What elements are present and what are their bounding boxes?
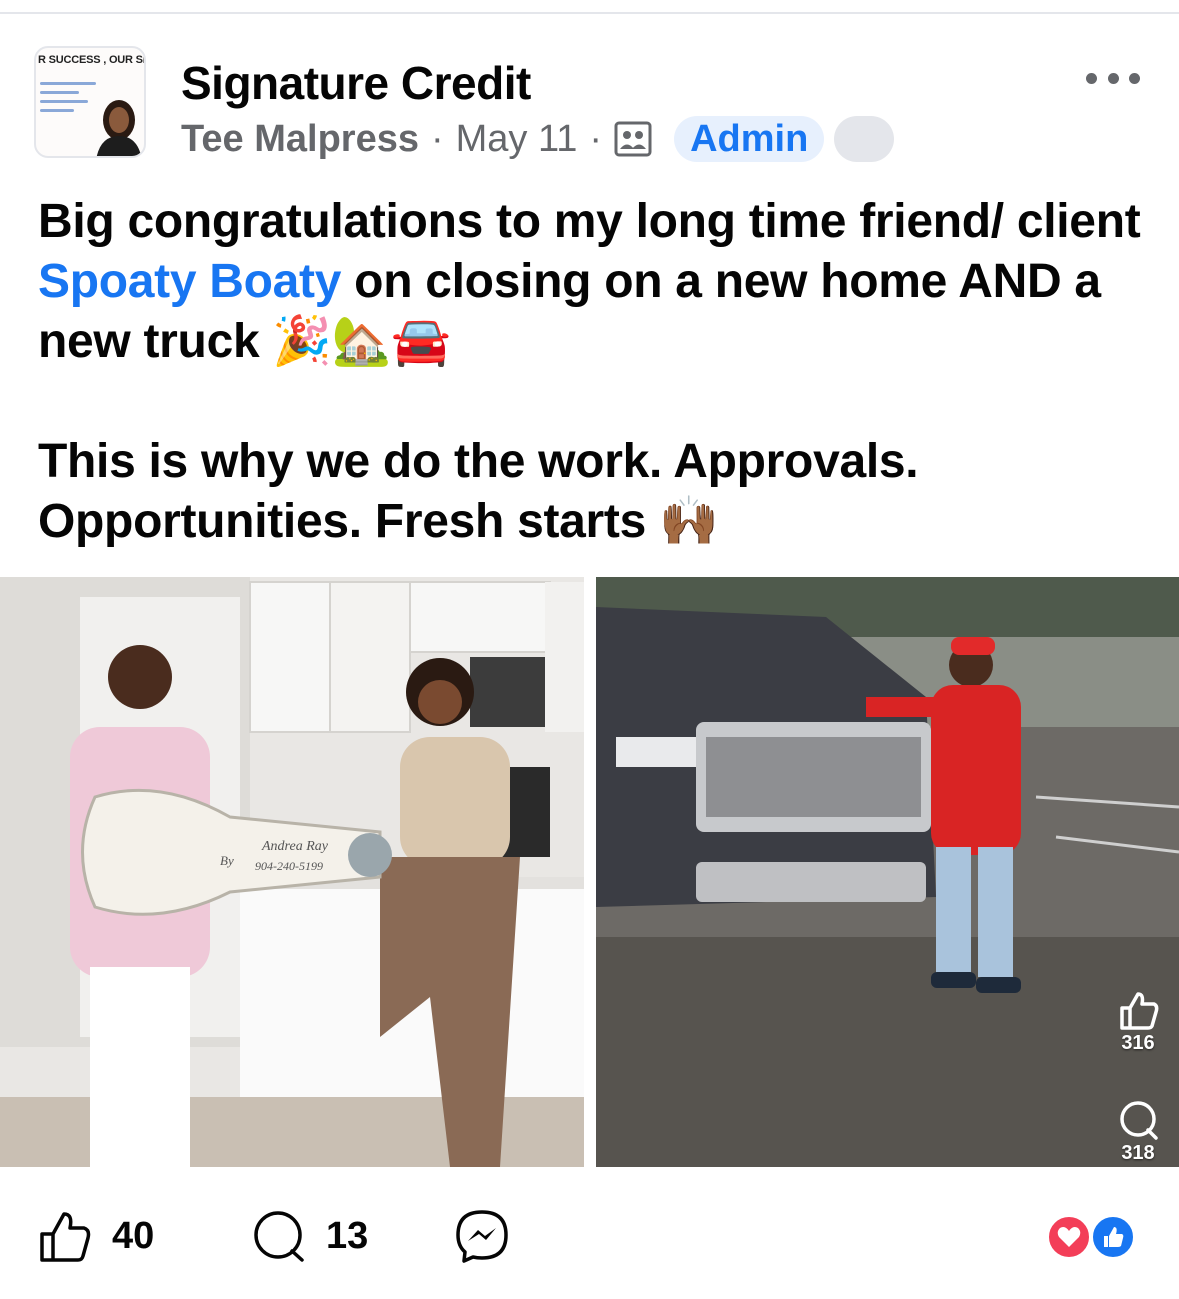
more-dots-icon[interactable] (1086, 66, 1140, 90)
members-icon (614, 121, 652, 157)
post-date-link[interactable]: May 11 (456, 118, 578, 161)
video-like-count: 316 (1121, 1032, 1155, 1054)
like-reaction-icon (1090, 1214, 1136, 1260)
comment-bubble-icon (1120, 1101, 1158, 1140)
meta-separator: · (430, 117, 444, 160)
heart-reaction-icon (1046, 1214, 1092, 1260)
messenger-icon (456, 1210, 508, 1263)
meta-separator: · (589, 117, 603, 160)
badge-placeholder (834, 116, 895, 162)
key-name-text: Andrea Ray (262, 839, 328, 854)
mention-link[interactable]: Spoaty Boaty (38, 255, 341, 308)
group-name-link[interactable]: Signature Credit (181, 56, 531, 110)
video-comment-count: 318 (1121, 1142, 1155, 1164)
admin-badge: Admin (674, 116, 825, 162)
like-count: 40 (112, 1214, 155, 1257)
thumbs-up-icon (40, 1212, 91, 1262)
comment-bubble-icon (254, 1211, 304, 1262)
key-by-text: By (220, 853, 234, 868)
post-paragraph-1: Big congratulations to my long time frie… (38, 195, 1141, 368)
video-like-button[interactable]: 316 (1112, 988, 1164, 1055)
post-footer: 40 13 (0, 1190, 1179, 1280)
comment-count: 13 (326, 1214, 369, 1257)
author-name-link[interactable]: Tee Malpress (181, 118, 419, 161)
messenger-share-button[interactable] (454, 1208, 510, 1264)
top-divider (0, 12, 1179, 14)
post-body: Big congratulations to my long time frie… (38, 192, 1148, 552)
reaction-summary[interactable] (1046, 1214, 1146, 1260)
avatar-decoration (40, 82, 96, 118)
like-button[interactable]: 40 (36, 1208, 154, 1264)
key-phone-text: 904-240-5199 (255, 859, 323, 873)
photo-new-truck[interactable] (596, 577, 1179, 1167)
avatar-banner-text: R SUCCESS , OUR SIGNAT (38, 54, 146, 66)
video-comment-button[interactable]: 318 (1112, 1098, 1164, 1165)
thumbs-up-icon (1120, 992, 1159, 1030)
post-meta: Tee Malpress · May 11 · Admin (181, 114, 895, 164)
photo-new-truck-image (596, 577, 1179, 1167)
post-paragraph-2: This is why we do the work. Approvals. O… (38, 435, 919, 548)
comment-button[interactable]: 13 (250, 1208, 368, 1264)
avatar-person-image (96, 100, 142, 156)
photo-new-home[interactable]: Andrea Ray By 904-240-5199 (0, 577, 584, 1167)
group-avatar[interactable]: R SUCCESS , OUR SIGNAT (34, 46, 146, 158)
